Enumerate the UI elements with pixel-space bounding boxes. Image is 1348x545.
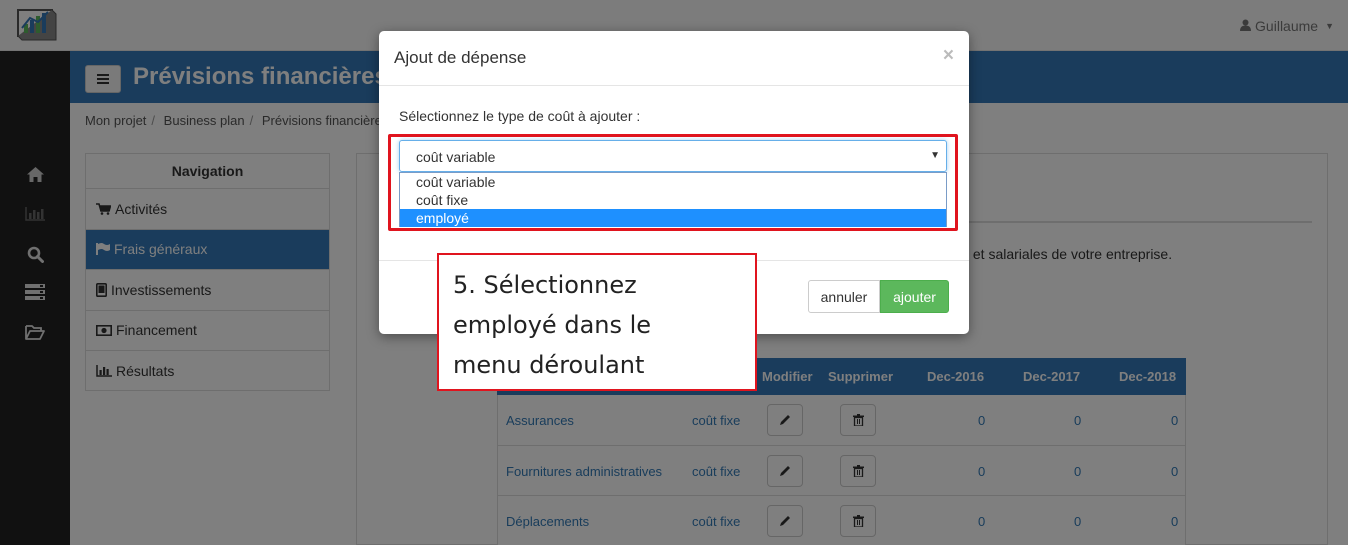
annotation-highlight-box [388,134,958,231]
cancel-button[interactable]: annuler [808,280,880,313]
modal-title: Ajout de dépense [394,48,527,67]
add-button[interactable]: ajouter [880,280,949,313]
modal-header: Ajout de dépense × [379,31,969,86]
cost-type-label: Sélectionnez le type de coût à ajouter : [399,108,641,124]
callout-line: employé dans le [453,311,652,339]
callout-line: 5. Sélectionnez [453,271,637,299]
instruction-callout: 5. Sélectionnez employé dans le menu dér… [437,253,757,391]
callout-line: menu déroulant [453,351,645,379]
close-icon[interactable]: × [943,45,954,67]
